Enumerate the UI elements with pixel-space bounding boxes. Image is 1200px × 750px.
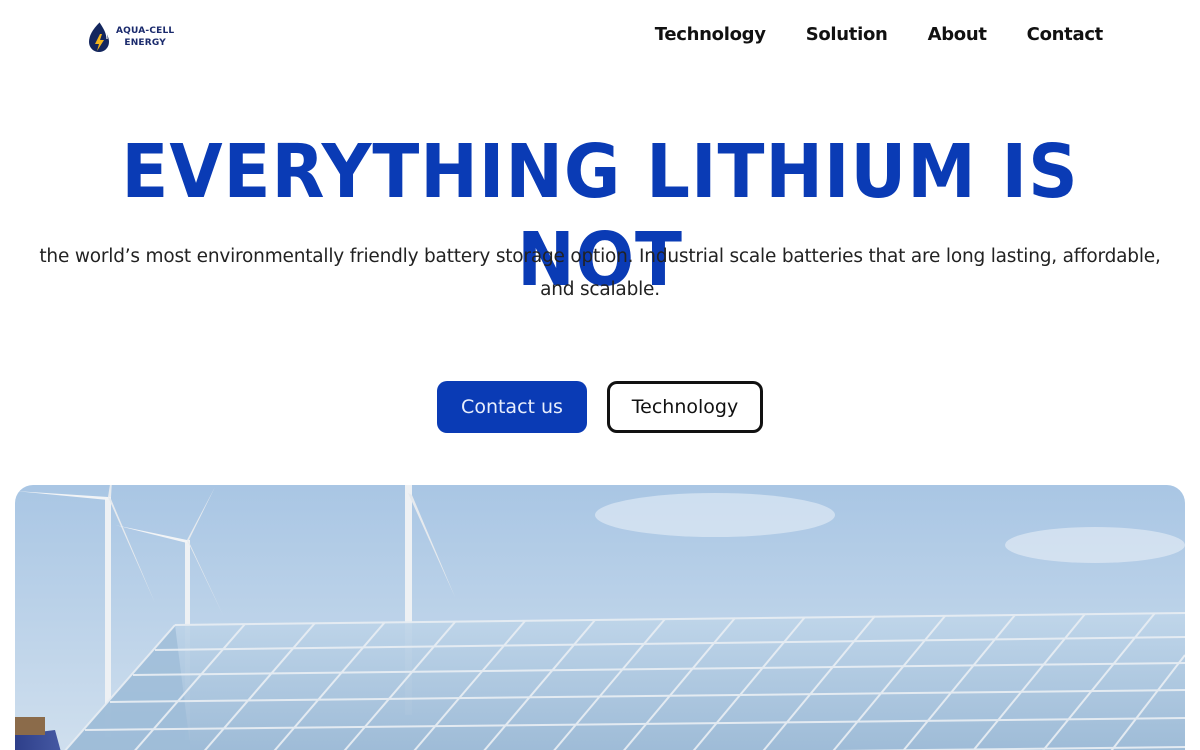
site-header: AQUA-CELL ENERGY Technology Solution Abo… bbox=[0, 0, 1200, 72]
brand-name-line2: ENERGY bbox=[124, 38, 167, 48]
hero-image bbox=[15, 485, 1185, 750]
brand-logo[interactable]: AQUA-CELL ENERGY bbox=[86, 20, 174, 54]
brand-name: AQUA-CELL ENERGY bbox=[116, 25, 174, 49]
solar-greenhouse-wind-turbines-photo bbox=[15, 485, 1185, 750]
brand-name-line1: AQUA-CELL bbox=[116, 26, 175, 36]
contact-us-button[interactable]: Contact us bbox=[437, 381, 587, 433]
main-nav: Technology Solution About Contact bbox=[655, 24, 1104, 45]
droplet-bolt-icon bbox=[89, 21, 109, 52]
technology-button[interactable]: Technology bbox=[607, 381, 763, 433]
nav-link-contact[interactable]: Contact bbox=[1027, 24, 1104, 45]
nav-link-technology[interactable]: Technology bbox=[655, 24, 766, 45]
hero-subtitle: the world’s most environmentally friendl… bbox=[39, 246, 1161, 300]
nav-link-solution[interactable]: Solution bbox=[806, 24, 888, 45]
nav-link-about[interactable]: About bbox=[928, 24, 987, 45]
